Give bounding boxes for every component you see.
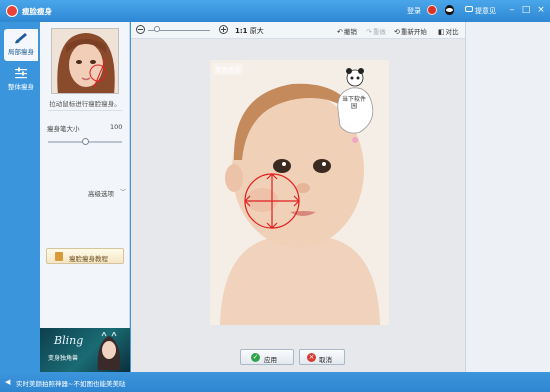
ad-model-image (97, 332, 121, 370)
check-icon: ✓ (251, 353, 260, 362)
zoom-ratio: 1:1 (235, 27, 248, 35)
status-tip[interactable]: 实时美颜拍照神器~不如图也能美美哒 (16, 378, 125, 388)
right-panel (465, 22, 550, 372)
ad-subtitle: 变身独角兽 (48, 355, 79, 362)
minimize-button[interactable]: – (506, 4, 518, 16)
tutorial-button[interactable]: 瘦脸瘦身教程 (46, 248, 124, 264)
compare-icon: ◧ (438, 28, 445, 36)
chevron-down-icon[interactable]: ﹀ (120, 187, 126, 196)
restart-icon: ⟲ (394, 28, 400, 36)
zoom-slider-thumb[interactable] (154, 26, 161, 32)
zoom-out-icon[interactable] (136, 25, 145, 34)
preview-caption: 拉动鼠标进行瘦脸瘦身。 (49, 100, 121, 108)
editing-photo[interactable]: 美图秀秀 当下软件园 (210, 60, 389, 325)
tab-whole-slimming[interactable]: 整体瘦身 (4, 64, 38, 96)
apply-button[interactable]: ✓ 应用 (240, 349, 294, 365)
undo-button[interactable]: ↶撤销 (337, 26, 357, 36)
brush-size-slider-thumb[interactable] (81, 138, 89, 145)
ad-title: Bling (54, 334, 84, 347)
close-button[interactable]: × (535, 4, 547, 16)
redo-button[interactable]: ↷重做 (366, 26, 386, 36)
example-thumbnail (51, 28, 119, 94)
apply-label: 应用 (264, 356, 277, 364)
feedback-link[interactable]: 提意见 (475, 6, 496, 16)
maximize-button[interactable]: □ (520, 4, 532, 16)
redo-label: 重做 (372, 28, 386, 36)
brush-size-value: 100 (110, 123, 123, 131)
cancel-button[interactable]: × 取消 (299, 349, 345, 365)
sliders-icon (14, 67, 28, 79)
cancel-label: 取消 (319, 356, 332, 364)
tab-label: 局部瘦身 (8, 48, 34, 56)
photo-watermark: 美图秀秀 (213, 63, 243, 75)
feedback-icon[interactable] (465, 6, 473, 12)
redo-icon: ↷ (366, 28, 372, 36)
tab-local-slimming[interactable]: 局部瘦身 (4, 29, 38, 61)
undo-label: 撤销 (343, 28, 357, 36)
login-link[interactable]: 登录 (407, 6, 421, 16)
zoom-in-icon[interactable] (219, 25, 228, 34)
canvas-toolbar: 1:1 原大 ↶撤销 ↷重做 ⟲重新开始 ◧对比 (131, 22, 465, 39)
mode-tab-strip: 局部瘦身 整体瘦身 (0, 22, 40, 372)
close-icon: × (307, 353, 316, 362)
box-icon (55, 252, 63, 261)
qq-icon[interactable] (445, 5, 454, 15)
bubble-text: 当下软件园 (341, 96, 366, 110)
speaker-icon: ◀ (5, 378, 11, 386)
tutorial-button-label: 瘦脸瘦身教程 (69, 255, 108, 263)
status-bar: ◀ 实时美颜拍照神器~不如图也能美美哒 (0, 372, 550, 392)
brush-cursor (244, 173, 300, 229)
advanced-options-toggle[interactable]: 高级选项 (88, 188, 114, 198)
restart-button[interactable]: ⟲重新开始 (394, 26, 427, 36)
tab-label: 整体瘦身 (8, 83, 34, 91)
weibo-icon[interactable] (427, 5, 437, 15)
brush-size-label: 瘦身笔大小 (47, 125, 80, 133)
app-logo-icon (6, 5, 18, 17)
restart-label: 重新开始 (400, 28, 427, 36)
tool-panel: 拉动鼠标进行瘦脸瘦身。 瘦身笔大小 100 高级选项 ﹀ 瘦脸瘦身教程 Blin… (40, 22, 130, 372)
title-bar: 瘦脸瘦身 登录 提意见 – □ × (0, 0, 550, 22)
compare-label: 对比 (445, 28, 459, 36)
compare-button[interactable]: ◧对比 (438, 26, 459, 36)
undo-icon: ↶ (337, 28, 343, 36)
canvas-area[interactable]: 美图秀秀 当下软件园 (131, 39, 465, 372)
brush-icon (14, 32, 28, 44)
actual-size-button[interactable]: 1:1 原大 (235, 26, 264, 36)
divider (48, 110, 122, 111)
window-title: 瘦脸瘦身 (22, 7, 52, 16)
ad-banner[interactable]: Bling 变身独角兽 (40, 328, 130, 372)
zoom-original-label: 原大 (249, 27, 264, 35)
